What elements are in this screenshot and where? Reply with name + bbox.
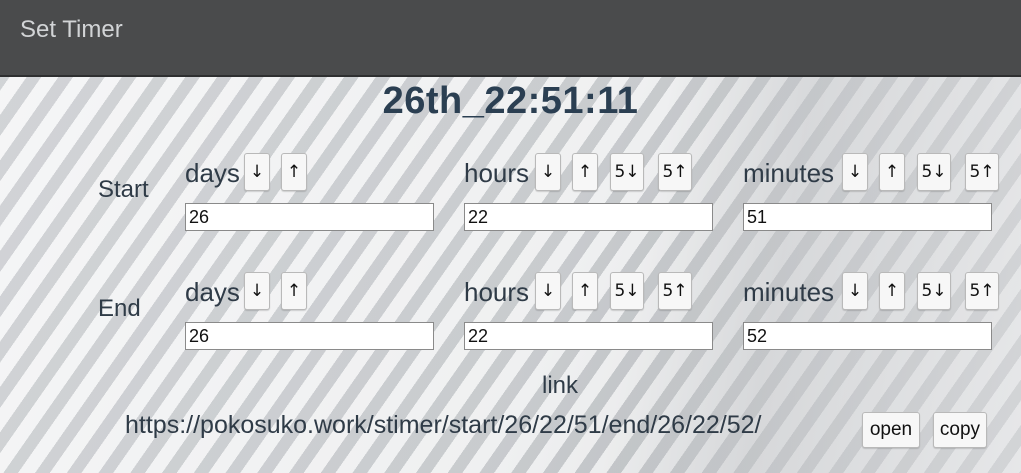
end-row-label: End <box>98 295 141 322</box>
app-header: Set Timer <box>0 0 1021 77</box>
start-minutes-up5-button[interactable]: 5↑ <box>965 153 999 191</box>
start-hours-up-button[interactable]: ↑ <box>572 153 598 191</box>
link-label: link <box>541 372 578 399</box>
start-hours-down-button[interactable]: ↓ <box>535 153 561 191</box>
end-minutes-down5-button[interactable]: 5↓ <box>917 272 951 310</box>
end-hours-input[interactable]: 22 <box>464 322 713 350</box>
start-days-input[interactable]: 26 <box>185 203 434 231</box>
app-title: Set Timer <box>20 16 123 43</box>
end-days-label: days <box>185 277 240 307</box>
copy-button[interactable]: copy <box>933 412 987 448</box>
start-hours-label: hours <box>464 158 530 188</box>
open-button[interactable]: open <box>862 412 920 448</box>
start-hours-down5-button[interactable]: 5↓ <box>610 153 644 191</box>
start-minutes-label: minutes <box>743 158 835 188</box>
end-minutes-up-button[interactable]: ↑ <box>879 272 905 310</box>
timer-url: https://pokosuko.work/stimer/start/26/22… <box>125 411 762 439</box>
current-time-display: 26th_22:51:11 <box>382 80 639 122</box>
start-row-label: Start <box>98 176 149 203</box>
end-minutes-up5-button[interactable]: 5↑ <box>965 272 999 310</box>
start-days-down-button[interactable]: ↓ <box>244 153 270 191</box>
start-minutes-input[interactable]: 51 <box>743 203 992 231</box>
end-hours-down-button[interactable]: ↓ <box>535 272 561 310</box>
start-minutes-down-button[interactable]: ↓ <box>842 153 868 191</box>
end-hours-up-button[interactable]: ↑ <box>572 272 598 310</box>
end-hours-down5-button[interactable]: 5↓ <box>610 272 644 310</box>
end-minutes-input[interactable]: 52 <box>743 322 992 350</box>
end-hours-label: hours <box>464 277 530 307</box>
start-minutes-down5-button[interactable]: 5↓ <box>917 153 951 191</box>
start-hours-up5-button[interactable]: 5↑ <box>658 153 692 191</box>
start-hours-input[interactable]: 22 <box>464 203 713 231</box>
start-days-label: days <box>185 158 240 188</box>
end-minutes-down-button[interactable]: ↓ <box>842 272 868 310</box>
end-minutes-label: minutes <box>743 277 835 307</box>
end-days-up-button[interactable]: ↑ <box>281 272 307 310</box>
start-minutes-up-button[interactable]: ↑ <box>879 153 905 191</box>
start-days-up-button[interactable]: ↑ <box>281 153 307 191</box>
end-days-down-button[interactable]: ↓ <box>244 272 270 310</box>
end-hours-up5-button[interactable]: 5↑ <box>658 272 692 310</box>
end-days-input[interactable]: 26 <box>185 322 434 350</box>
